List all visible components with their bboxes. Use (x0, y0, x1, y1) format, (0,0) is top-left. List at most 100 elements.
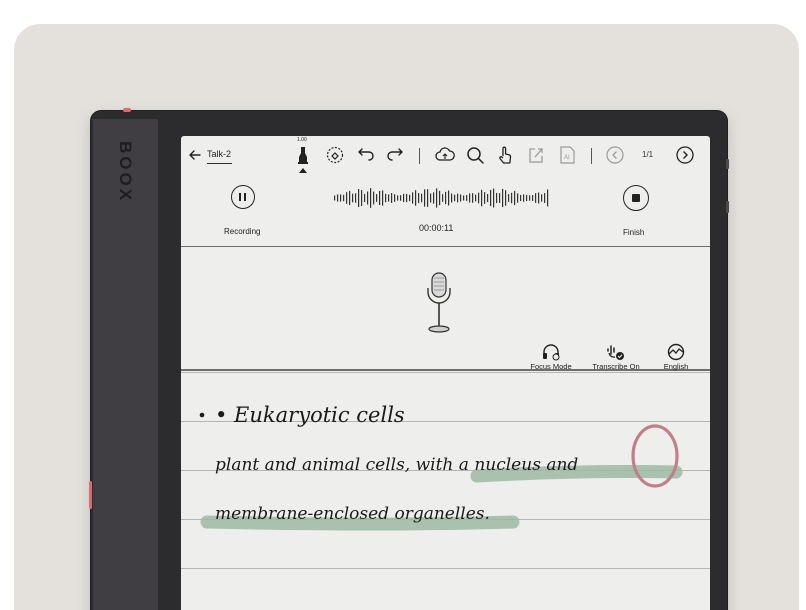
waveform-bar (484, 192, 486, 204)
handwriting-line-3: membrane-enclosed organelles. (215, 504, 490, 524)
waveform-bar (481, 189, 483, 207)
recording-bar: Recording 00:00:11 Finish (181, 176, 710, 247)
backdrop: BOOX Talk-2 1.00 AI 1/1 Recording 00:00:… (14, 24, 799, 610)
handwriting-line-2: plant and animal cells, with a nucleus a… (215, 455, 578, 475)
waveform-bar (511, 192, 513, 204)
microphone-panel: Focus Mode Transcribe On English (181, 246, 710, 371)
waveform-bar (376, 194, 378, 202)
touch-icon[interactable] (494, 144, 516, 166)
document-title[interactable]: Talk-2 (207, 149, 231, 159)
waveform-bar (388, 194, 390, 202)
waveform-bar (532, 195, 534, 201)
pen-tool[interactable]: 1.00 (292, 137, 314, 173)
right-button[interactable] (726, 159, 729, 169)
right-button-lower[interactable] (726, 201, 729, 213)
finish-label: Finish (623, 228, 645, 237)
ai-icon[interactable]: AI (556, 144, 578, 166)
waveform-bar (505, 190, 507, 206)
waveform-bar (442, 194, 444, 202)
headset-icon (543, 344, 560, 361)
focus-mode-option[interactable]: Focus Mode (521, 343, 581, 371)
waveform-bar (403, 193, 405, 203)
waveform-bar (538, 192, 540, 204)
waveform-bar (457, 193, 459, 203)
handwritten-notes-area[interactable]: • Eukaryotic cells plant and animal cell… (181, 372, 710, 610)
waveform-bar (490, 189, 492, 207)
redo-icon[interactable] (384, 144, 406, 166)
waveform-bar (394, 194, 396, 202)
waveform-bar (400, 195, 402, 201)
toolbar-separator (419, 148, 420, 164)
waveform-bar (391, 193, 393, 203)
page-indicator: 1/1 (642, 150, 654, 159)
waveform-bar (424, 189, 426, 207)
waveform-bar (508, 194, 510, 202)
globe-icon (667, 343, 685, 361)
title-underline (207, 163, 232, 164)
waveform-bar (361, 189, 363, 207)
waveform-bar (358, 188, 360, 208)
waveform-bar (475, 194, 477, 202)
side-page-button[interactable] (89, 481, 92, 509)
waveform-bar (445, 191, 447, 205)
waveform-bar (454, 194, 456, 202)
waveform-bar (526, 194, 528, 202)
waveform-bar (472, 193, 474, 203)
eraser-icon[interactable] (324, 144, 346, 166)
pause-recording-button[interactable] (231, 185, 255, 209)
microphone-icon (427, 272, 451, 333)
bullet-dot (199, 412, 205, 418)
waveform-bar (418, 192, 420, 204)
waveform-bar (451, 193, 453, 203)
waveform-bar (541, 194, 543, 202)
handwriting-canvas: • Eukaryotic cells plant and animal cell… (199, 403, 683, 531)
pen-size-label: 1.00 (297, 137, 307, 143)
waveform-bar (367, 191, 369, 205)
waveform-bar (352, 193, 354, 203)
waveform-bar (382, 190, 384, 206)
waveform-bar (535, 193, 537, 203)
waveform-bar (340, 194, 342, 202)
recording-timer: 00:00:11 (419, 223, 454, 233)
share-icon[interactable] (525, 144, 547, 166)
device-grip: BOOX (93, 119, 158, 610)
waveform-bar (343, 194, 345, 202)
handwriting-line-1: • Eukaryotic cells (215, 403, 405, 427)
waveform-bar (523, 194, 525, 202)
waveform-bar (460, 194, 462, 202)
waveform-bar (364, 193, 366, 203)
toolbar-separator-2 (591, 148, 592, 164)
waveform-bar (487, 193, 489, 203)
waveform-bar (544, 193, 546, 203)
power-indicator-light (123, 108, 131, 112)
waveform-bar (514, 190, 516, 206)
waveform-bar (478, 192, 480, 204)
search-icon[interactable] (464, 144, 486, 166)
waveform-bar (346, 192, 348, 204)
waveform-bar (493, 188, 495, 208)
previous-page-icon[interactable] (604, 144, 626, 166)
finish-button[interactable] (623, 185, 649, 211)
language-label: English (663, 362, 689, 371)
waveform-bar (337, 194, 339, 202)
next-page-icon[interactable] (674, 144, 696, 166)
back-arrow-icon[interactable] (185, 145, 205, 165)
waveform-bar (547, 189, 549, 207)
cloud-sync-icon[interactable] (434, 144, 456, 166)
waveform-bar (412, 192, 414, 204)
waveform-bar (448, 190, 450, 206)
brand-logo: BOOX (116, 141, 135, 204)
waveform-bar (334, 195, 336, 201)
waveform-bar (502, 188, 504, 208)
recording-label: Recording (224, 227, 261, 236)
language-option[interactable]: English (646, 343, 706, 371)
waveform-bar (379, 190, 381, 206)
waveform-bar (370, 188, 372, 208)
waveform-bar (436, 188, 438, 208)
waveform-bar (517, 193, 519, 203)
transcribe-option[interactable]: Transcribe On (586, 343, 646, 371)
waveform-bar (466, 195, 468, 201)
undo-icon[interactable] (355, 144, 377, 166)
waveform-bar (397, 195, 399, 201)
waveform-bar (406, 193, 408, 203)
